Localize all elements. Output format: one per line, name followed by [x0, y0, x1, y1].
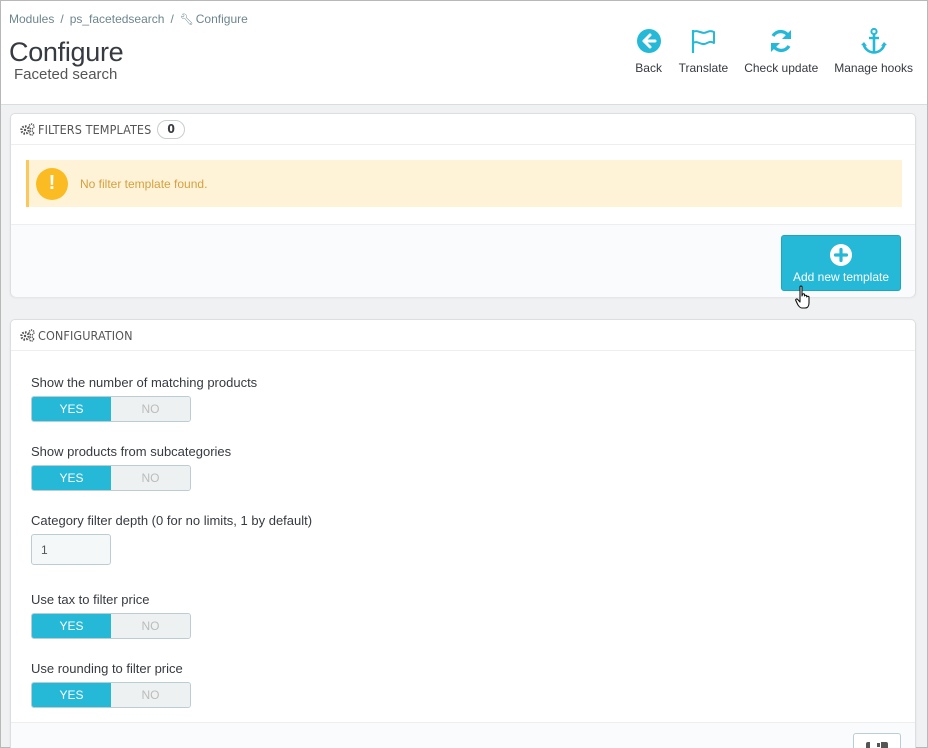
anchor-icon — [860, 27, 887, 54]
panel-heading: CONFIGURATION — [11, 320, 915, 351]
arrow-circle-left-icon — [636, 29, 661, 53]
field-label: Use rounding to filter price — [31, 661, 183, 676]
translate-button[interactable]: Translate — [671, 27, 737, 75]
category-depth-group: Category filter depth (0 for no limits, … — [31, 513, 312, 565]
panel-footer — [11, 722, 915, 748]
manage-hooks-label: Manage hooks — [834, 61, 913, 75]
back-button[interactable]: Back — [627, 27, 671, 75]
add-new-template-label: Add new template — [792, 269, 890, 284]
configuration-panel: CONFIGURATION Show the number of matchin… — [10, 319, 916, 748]
add-new-template-button[interactable]: Add new template — [781, 235, 901, 291]
exclamation-icon: ! — [36, 167, 68, 200]
yes-option[interactable]: YES — [32, 683, 111, 707]
field-label: Use tax to filter price — [31, 592, 150, 607]
no-option[interactable]: NO — [111, 614, 190, 638]
alert-message: No filter template found. — [80, 176, 208, 191]
breadcrumb-modules[interactable]: Modules — [9, 12, 54, 26]
panel-title: FILTERS TEMPLATES — [38, 121, 152, 137]
filters-templates-panel: FILTERS TEMPLATES 0 ! No filter template… — [10, 113, 916, 297]
floppy-disk-icon — [866, 742, 888, 748]
no-option[interactable]: NO — [111, 397, 190, 421]
save-button[interactable] — [853, 733, 901, 748]
back-label: Back — [635, 61, 662, 75]
use-rounding-group: Use rounding to filter price YES NO — [31, 661, 191, 708]
flag-icon — [692, 30, 716, 53]
check-update-label: Check update — [744, 61, 819, 75]
breadcrumb: Modules / ps_facetedsearch / 🔧︎ Configure — [9, 12, 248, 26]
hand-pointer-cursor-icon — [795, 285, 810, 309]
use-tax-switch: YES NO — [31, 613, 191, 639]
use-rounding-switch: YES NO — [31, 682, 191, 708]
field-label: Category filter depth (0 for no limits, … — [31, 513, 313, 528]
show-matching-count-group: Show the number of matching products YES… — [31, 375, 257, 422]
breadcrumb-module-name[interactable]: ps_facetedsearch — [70, 12, 165, 26]
yes-option[interactable]: YES — [32, 466, 111, 490]
translate-label: Translate — [678, 61, 729, 75]
check-update-button[interactable]: Check update — [736, 27, 826, 75]
breadcrumb-separator: / — [60, 12, 64, 26]
breadcrumb-configure: Configure — [195, 12, 248, 26]
gears-icon — [20, 122, 35, 136]
yes-option[interactable]: YES — [32, 614, 111, 638]
toolbar: Back Translate Check update Manage hooks — [627, 27, 921, 75]
no-option[interactable]: NO — [111, 466, 190, 490]
category-depth-input[interactable]: 1 — [31, 534, 111, 565]
warning-alert: ! No filter template found. — [26, 160, 902, 207]
manage-hooks-button[interactable]: Manage hooks — [826, 27, 921, 75]
count-badge: 0 — [157, 119, 185, 139]
panel-heading: FILTERS TEMPLATES 0 — [11, 114, 915, 145]
field-label: Show the number of matching products — [31, 375, 258, 390]
show-subcategories-group: Show products from subcategories YES NO — [31, 444, 231, 491]
page-header: Modules / ps_facetedsearch / 🔧︎ Configure Con… — [1, 1, 927, 105]
page-subtitle: Faceted search — [14, 66, 118, 83]
field-label: Show products from subcategories — [31, 444, 232, 459]
wrench-icon: 🔧︎ — [179, 14, 194, 26]
no-option[interactable]: NO — [111, 683, 190, 707]
show-subcategories-switch: YES NO — [31, 465, 191, 491]
plus-circle-icon — [830, 243, 852, 266]
gears-icon — [20, 328, 35, 342]
panel-footer: Add new template — [11, 224, 915, 297]
show-matching-count-switch: YES NO — [31, 396, 191, 422]
breadcrumb-separator: / — [170, 12, 174, 26]
use-tax-group: Use tax to filter price YES NO — [31, 592, 191, 639]
panel-title: CONFIGURATION — [38, 327, 133, 343]
refresh-icon — [771, 29, 792, 53]
yes-option[interactable]: YES — [32, 397, 111, 421]
page-title: Configure — [9, 37, 124, 67]
